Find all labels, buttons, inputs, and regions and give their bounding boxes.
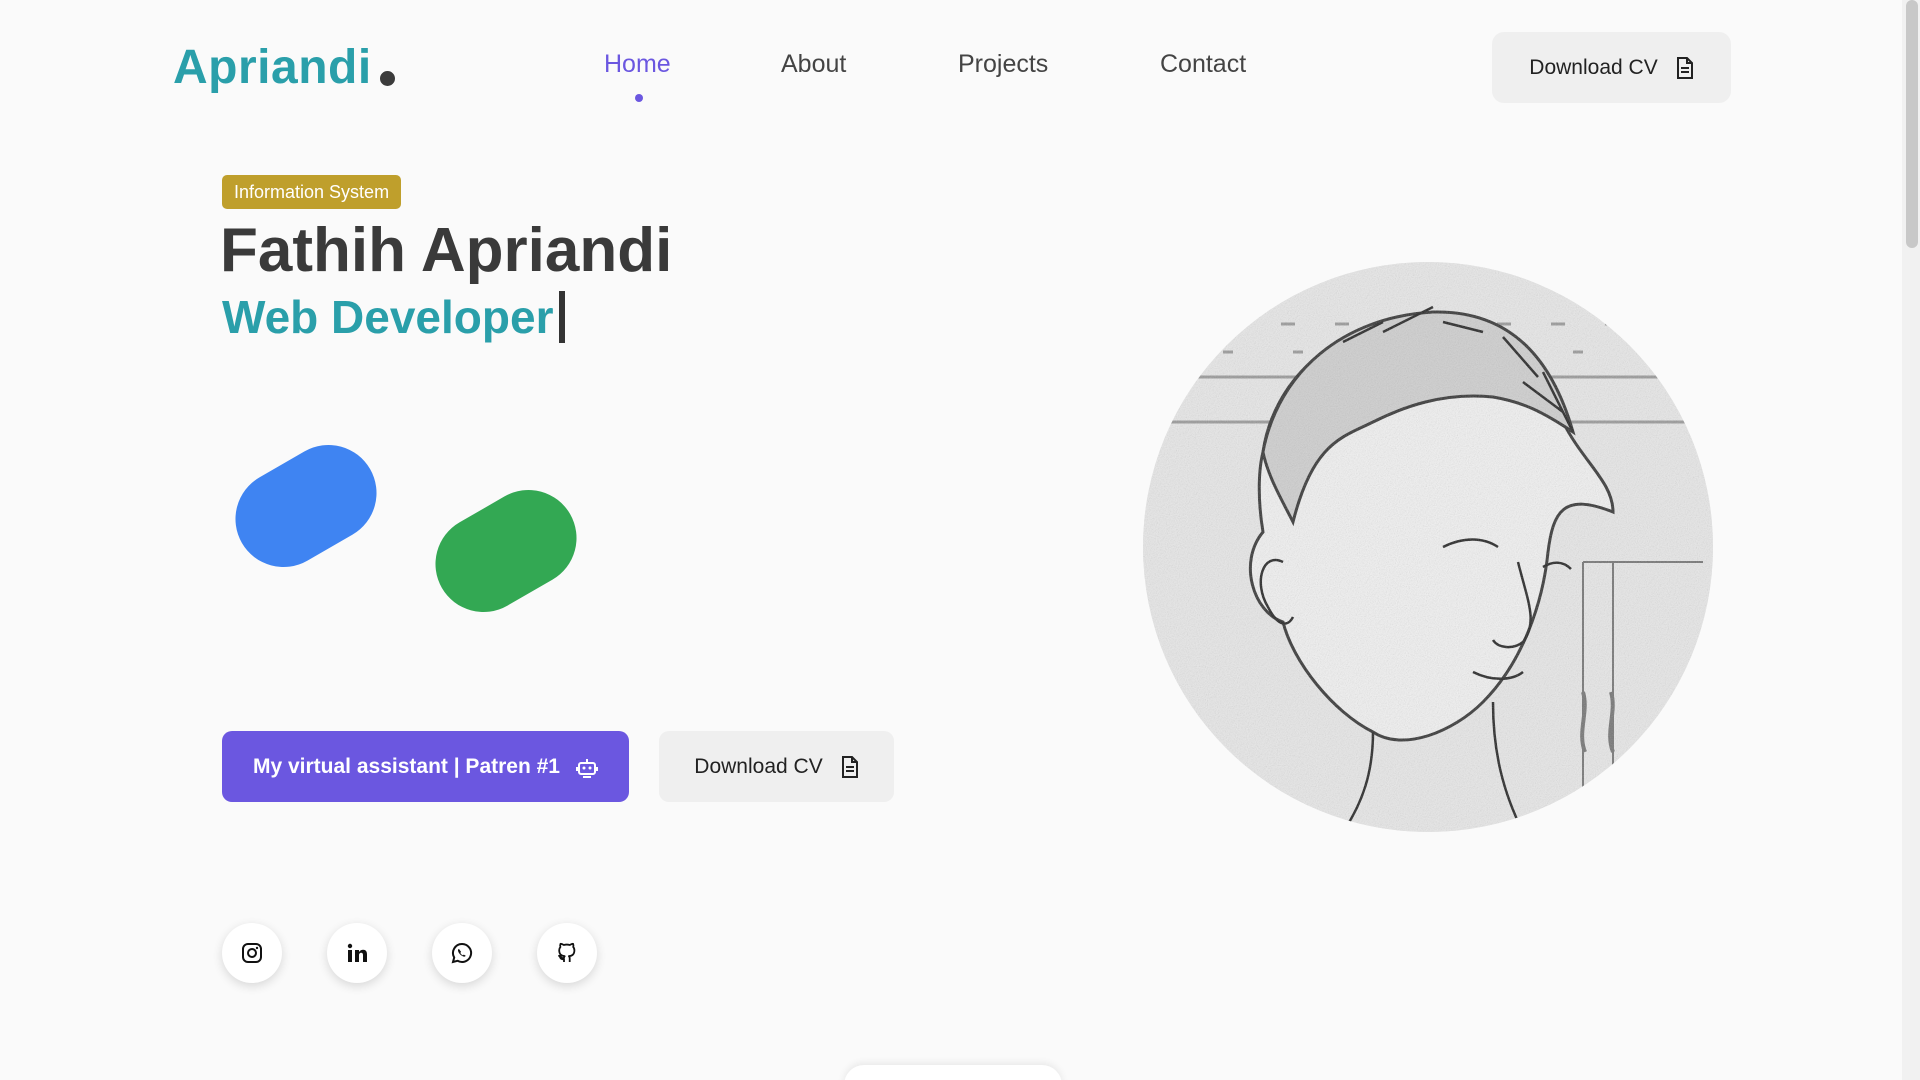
github-icon [556,942,578,964]
virtual-assistant-label: My virtual assistant | Patren #1 [252,754,560,778]
virtual-assistant-button[interactable]: My virtual assistant | Patren #1 [222,731,629,802]
decorative-green-pill [417,472,595,630]
scrollbar-thumb[interactable] [1906,0,1918,248]
decorative-blue-pill [217,427,395,585]
page-scrollbar[interactable] [1902,0,1920,1080]
whatsapp-link[interactable] [432,923,492,983]
document-icon [1676,56,1694,79]
typing-caret [559,291,566,343]
download-cv-button[interactable]: Download CV [659,731,894,802]
github-link[interactable] [537,923,597,983]
hero-name: Fathih Apriandi [220,216,673,285]
linkedin-icon [346,942,368,964]
instagram-icon [241,942,263,964]
instagram-link[interactable] [222,923,282,983]
whatsapp-icon [451,942,473,964]
nav-about[interactable]: About [781,50,846,79]
logo[interactable]: Apriandi [173,40,372,95]
nav-projects[interactable]: Projects [958,50,1048,79]
document-icon [841,755,859,778]
robot-icon [576,756,598,778]
hero-role: Web Developer [222,290,566,344]
hero-role-text: Web Developer [222,291,554,343]
active-nav-indicator [635,94,643,102]
nav-contact[interactable]: Contact [1160,50,1246,79]
download-cv-label: Download CV [694,754,823,778]
nav-home[interactable]: Home [604,50,671,79]
category-badge: Information System [222,175,402,209]
logo-dot [380,71,395,86]
header-download-cv-label: Download CV [1529,55,1658,79]
bottom-floating-tab [844,1065,1062,1080]
linkedin-link[interactable] [327,923,387,983]
header-download-cv-button[interactable]: Download CV [1492,32,1731,103]
profile-photo [1143,262,1713,832]
